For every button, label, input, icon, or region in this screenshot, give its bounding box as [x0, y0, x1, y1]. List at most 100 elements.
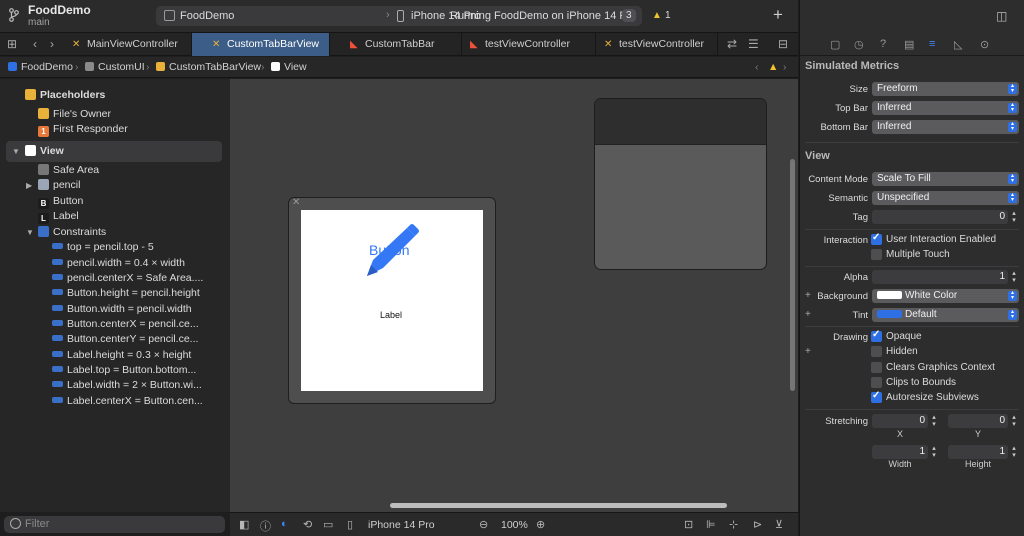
- breadcrumb-folder[interactable]: CustomUI: [85, 61, 145, 73]
- interface-builder-canvas[interactable]: ✕ Button Label: [230, 79, 798, 512]
- view-scene[interactable]: ✕ Button Label: [288, 197, 496, 404]
- disclosure-open-icon[interactable]: ▼: [26, 228, 34, 237]
- project-name[interactable]: FoodDemo: [28, 3, 91, 17]
- add-constraints-icon[interactable]: ⊹: [729, 518, 738, 531]
- outline-placeholders[interactable]: Placeholders: [25, 89, 105, 104]
- stretch-height-field[interactable]: 1: [948, 445, 1008, 459]
- quick-help-icon[interactable]: ?: [880, 38, 886, 50]
- tab-mainviewcontroller[interactable]: ✕ MainViewController: [64, 33, 192, 56]
- outline-first-responder[interactable]: 1 First Responder: [38, 123, 128, 138]
- button-element[interactable]: Button: [369, 242, 409, 258]
- appearance-icon[interactable]: ◐: [281, 518, 288, 530]
- autoresize-checkbox[interactable]: [871, 390, 882, 403]
- forward-arrow-icon[interactable]: ›: [50, 37, 54, 51]
- tab-customtabbar[interactable]: ◣ CustomTabBar: [330, 33, 462, 56]
- document-outline-toggle-icon[interactable]: ◧: [239, 518, 249, 531]
- identity-inspector-icon[interactable]: ▤: [904, 38, 914, 51]
- horizontal-scrollbar[interactable]: [390, 503, 727, 508]
- constraint-item[interactable]: Label.top = Button.bottom...: [52, 364, 196, 379]
- phone-device-icon[interactable]: ▯: [347, 518, 353, 531]
- tab-bar-scene[interactable]: [594, 98, 767, 270]
- embed-in-icon[interactable]: ⊻: [775, 518, 783, 531]
- tag-field[interactable]: 0: [872, 210, 1008, 224]
- user-interaction-checkbox[interactable]: [871, 232, 882, 245]
- update-frames-icon[interactable]: ⊡: [684, 518, 693, 531]
- semantic-popup[interactable]: Unspecified ▴ ▾: [872, 191, 1019, 205]
- disclosure-closed-icon[interactable]: ▶: [26, 181, 32, 190]
- tab-testviewcontroller-xib[interactable]: ✕ testViewController: [596, 33, 718, 56]
- constraint-item[interactable]: Button.centerX = pencil.ce...: [52, 318, 199, 333]
- history-inspector-icon[interactable]: ◷: [854, 38, 864, 51]
- chevron-left-icon[interactable]: ‹: [755, 61, 759, 73]
- orientation-icon[interactable]: ⟲: [303, 518, 312, 531]
- constraint-item[interactable]: Button.width = pencil.width: [52, 303, 192, 318]
- activity-count-badge[interactable]: 3: [622, 9, 636, 22]
- resolve-issues-icon[interactable]: ⊳: [753, 518, 762, 531]
- breadcrumb-view[interactable]: View: [271, 61, 307, 73]
- branch-name[interactable]: main: [28, 17, 50, 28]
- topbar-popup[interactable]: Inferred ▴ ▾: [872, 101, 1019, 115]
- constraint-item[interactable]: Label.width = 2 × Button.wi...: [52, 379, 202, 394]
- size-inspector-icon[interactable]: ◺: [954, 38, 962, 51]
- bottombar-popup[interactable]: Inferred ▴ ▾: [872, 120, 1019, 134]
- stretch-x-field[interactable]: 0: [872, 414, 928, 428]
- close-icon[interactable]: ✕: [292, 197, 300, 208]
- alpha-stepper[interactable]: ▴ ▾: [1010, 270, 1018, 284]
- zoom-out-icon[interactable]: ⊖: [479, 518, 488, 531]
- clips-bounds-checkbox[interactable]: [871, 377, 882, 388]
- stretch-x-stepper[interactable]: ▴ ▾: [930, 414, 938, 428]
- stretch-y-stepper[interactable]: ▴ ▾: [1010, 414, 1018, 428]
- frame-icon[interactable]: ▭: [323, 518, 333, 531]
- hidden-checkbox[interactable]: [871, 346, 882, 357]
- clears-graphics-checkbox[interactable]: [871, 362, 882, 373]
- breadcrumb-xib[interactable]: CustomTabBarView: [156, 61, 261, 73]
- constraint-item[interactable]: Label.centerX = Button.cen...: [52, 395, 203, 410]
- opaque-checkbox[interactable]: [871, 329, 882, 342]
- add-variation-icon[interactable]: +: [805, 346, 811, 357]
- constraint-item[interactable]: top = pencil.top - 5: [52, 241, 154, 256]
- root-view[interactable]: Button Label: [301, 210, 483, 391]
- constraint-item[interactable]: Button.centerY = pencil.ce...: [52, 333, 198, 348]
- stretch-width-stepper[interactable]: ▴ ▾: [930, 445, 938, 459]
- grid-icon[interactable]: ⊞: [7, 37, 17, 51]
- multiple-touch-checkbox[interactable]: [871, 249, 882, 260]
- outline-constraints[interactable]: Constraints: [38, 226, 106, 241]
- stretch-y-field[interactable]: 0: [948, 414, 1008, 428]
- scheme-name[interactable]: FoodDemo: [180, 10, 234, 22]
- size-popup[interactable]: Freeform ▴ ▾: [872, 82, 1019, 96]
- tab-testviewcontroller-swift[interactable]: ◣ testViewController: [462, 33, 596, 56]
- outline-view[interactable]: View: [25, 145, 64, 160]
- outline-button[interactable]: B Button: [38, 195, 83, 210]
- split-editor-icon[interactable]: ⊟: [778, 37, 788, 51]
- help-icon[interactable]: ⓘ: [260, 518, 271, 534]
- attributes-inspector-icon[interactable]: ≡: [929, 38, 935, 50]
- warning-icon[interactable]: ▲: [768, 61, 778, 73]
- constraint-item[interactable]: Label.height = 0.3 × height: [52, 349, 191, 364]
- background-popup[interactable]: White Color ▴ ▾: [872, 289, 1019, 303]
- tag-stepper[interactable]: ▴ ▾: [1010, 210, 1018, 224]
- zoom-in-icon[interactable]: ⊕: [536, 518, 545, 531]
- outline-safe-area[interactable]: Safe Area: [38, 164, 99, 179]
- warning-icon[interactable]: ▲: [652, 10, 662, 21]
- connections-inspector-icon[interactable]: ⊙: [980, 38, 989, 51]
- scheme-activity-box[interactable]: FoodDemo › iPhone 14 Pro Running FoodDem…: [156, 6, 642, 26]
- breadcrumb-project[interactable]: FoodDemo: [8, 61, 73, 73]
- constraint-item[interactable]: pencil.width = 0.4 × width: [52, 257, 185, 272]
- alpha-field[interactable]: 1: [872, 270, 1008, 284]
- align-icon[interactable]: ⊫: [706, 518, 716, 531]
- disclosure-open-icon[interactable]: ▼: [12, 147, 20, 156]
- stretch-width-field[interactable]: 1: [872, 445, 928, 459]
- file-inspector-icon[interactable]: ▢: [830, 38, 840, 51]
- label-element[interactable]: Label: [380, 310, 402, 320]
- editor-options-icon[interactable]: ☰: [748, 37, 759, 51]
- outline-files-owner[interactable]: File's Owner: [38, 108, 111, 123]
- related-items-icon[interactable]: ⇄: [727, 37, 737, 51]
- constraint-item[interactable]: pencil.centerX = Safe Area....: [52, 272, 203, 287]
- outline-label-item[interactable]: L Label: [38, 210, 79, 225]
- outline-pencil[interactable]: pencil: [38, 179, 80, 194]
- constraint-item[interactable]: Button.height = pencil.height: [52, 287, 200, 302]
- back-arrow-icon[interactable]: ‹: [33, 37, 37, 51]
- inspector-toggle-icon[interactable]: ◫: [996, 9, 1007, 23]
- filter-field[interactable]: Filter: [4, 516, 225, 533]
- warning-count[interactable]: 1: [665, 10, 671, 21]
